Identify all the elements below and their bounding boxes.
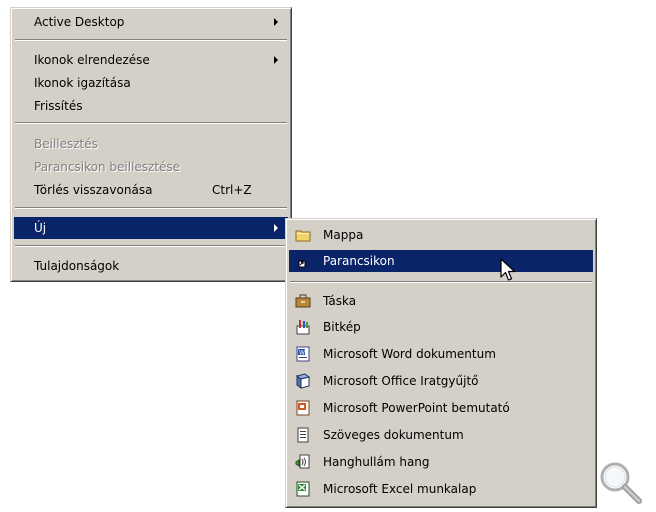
magnifier-icon[interactable]: [598, 460, 644, 506]
menu-item-label: Microsoft Word dokumentum: [323, 347, 496, 361]
menu-item-line-up-icons[interactable]: Ikonok igazítása: [14, 72, 288, 94]
submenu-item-briefcase[interactable]: Táska: [289, 290, 593, 312]
menu-item-label: Active Desktop: [34, 15, 125, 29]
menu-item-label: Ikonok elrendezése: [34, 53, 150, 67]
submenu-arrow-icon: [274, 224, 278, 232]
shortcut-icon: [298, 260, 306, 268]
menu-item-label: Táska: [323, 294, 357, 308]
menu-item-label: Mappa: [323, 228, 364, 242]
menu-separator: [290, 281, 592, 283]
menu-item-undo-delete[interactable]: Törlés visszavonása Ctrl+Z: [14, 179, 288, 201]
menu-item-shortcut: Ctrl+Z: [212, 183, 252, 197]
menu-item-label: Új: [34, 221, 47, 235]
submenu-item-office-binder[interactable]: Microsoft Office Iratgyűjtő: [289, 370, 593, 392]
menu-item-properties[interactable]: Tulajdonságok: [14, 255, 288, 277]
menu-item-label: Parancsikon: [323, 254, 395, 268]
menu-item-label: Beillesztés: [34, 137, 98, 151]
folder-icon: [295, 230, 311, 242]
menu-separator: [15, 39, 287, 41]
submenu-item-folder[interactable]: Mappa: [289, 224, 593, 246]
submenu-item-word-document[interactable]: W Microsoft Word dokumentum: [289, 343, 593, 365]
excel-icon: [296, 481, 310, 497]
paint-icon: [296, 320, 310, 335]
menu-item-label: Frissítés: [34, 99, 83, 113]
submenu-item-powerpoint[interactable]: Microsoft PowerPoint bemutató: [289, 397, 593, 419]
menu-item-label: Microsoft PowerPoint bemutató: [323, 401, 510, 415]
submenu-item-wave-sound[interactable]: Hanghullám hang: [289, 451, 593, 473]
sound-icon: [295, 454, 310, 469]
powerpoint-icon: [296, 400, 310, 416]
menu-item-active-desktop[interactable]: Active Desktop: [14, 11, 288, 33]
menu-item-label: Ikonok igazítása: [34, 76, 131, 90]
svg-text:W: W: [299, 350, 305, 357]
submenu-item-excel-worksheet[interactable]: Microsoft Excel munkalap: [289, 478, 593, 500]
menu-separator: [15, 207, 287, 209]
menu-item-label: Törlés visszavonása: [34, 183, 153, 197]
menu-item-new[interactable]: Új: [14, 217, 288, 239]
new-submenu: Mappa Parancsikon Táska Bitkép W Microso…: [285, 218, 597, 508]
desktop-context-menu: Active Desktop Ikonok elrendezése Ikonok…: [10, 7, 292, 282]
menu-item-paste-shortcut: Parancsikon beillesztése: [14, 156, 288, 178]
submenu-item-bitmap[interactable]: Bitkép: [289, 316, 593, 338]
menu-item-label: Microsoft Excel munkalap: [323, 482, 477, 496]
menu-item-label: Hanghullám hang: [323, 455, 430, 469]
menu-item-arrange-icons[interactable]: Ikonok elrendezése: [14, 49, 288, 71]
text-document-icon: [297, 427, 309, 443]
submenu-item-shortcut[interactable]: Parancsikon: [289, 250, 593, 272]
menu-item-paste: Beillesztés: [14, 133, 288, 155]
menu-item-label: Parancsikon beillesztése: [34, 160, 181, 174]
submenu-arrow-icon: [274, 56, 278, 64]
menu-separator: [15, 122, 287, 124]
submenu-arrow-icon: [274, 18, 278, 26]
word-icon: W: [296, 346, 310, 362]
menu-item-refresh[interactable]: Frissítés: [14, 95, 288, 117]
menu-item-label: Szöveges dokumentum: [323, 428, 464, 442]
submenu-item-text-document[interactable]: Szöveges dokumentum: [289, 424, 593, 446]
binder-icon: [295, 373, 311, 389]
menu-separator: [15, 245, 287, 247]
briefcase-icon: [295, 294, 311, 308]
mouse-cursor-icon: [500, 258, 516, 281]
menu-item-label: Bitkép: [323, 320, 361, 334]
menu-item-label: Tulajdonságok: [34, 259, 120, 273]
menu-item-label: Microsoft Office Iratgyűjtő: [323, 374, 479, 388]
